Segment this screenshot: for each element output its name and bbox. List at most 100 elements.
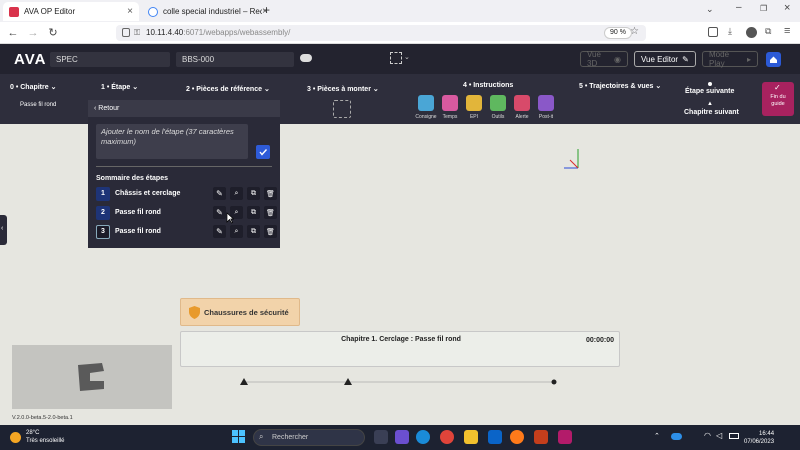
zoom-level[interactable]: 90 % [604, 27, 632, 39]
tab-list-icon[interactable]: ⌄ [706, 4, 714, 15]
weather-widget[interactable]: 28°C Très ensoleillé [26, 429, 64, 445]
zoom-icon[interactable]: ⌕ [230, 187, 243, 200]
download-icon[interactable]: ⤓ [728, 26, 732, 37]
extensions-icon[interactable]: ⧉ [765, 26, 771, 37]
cloud-icon[interactable] [300, 54, 312, 62]
close-window-icon[interactable]: × [784, 2, 790, 14]
mode-play-button[interactable]: Mode Play ▸ [702, 50, 758, 68]
scan-icon[interactable] [390, 52, 402, 64]
outils-button[interactable] [490, 95, 506, 111]
chapitre-dropdown[interactable]: 0 • Chapitre ⌄ [10, 83, 56, 91]
post-it-button[interactable] [538, 95, 554, 111]
etape-dropdown[interactable]: 1 • Étape ⌄ [101, 83, 138, 91]
step-row[interactable]: 3 Passe fil rond ✎ ⌕ ⧉ 🗑 [96, 225, 277, 239]
taskbar: 28°C Très ensoleillé Rechercher ⌕ ⌃ ◠ ◁ … [0, 425, 800, 450]
etape-suivante-button[interactable]: Étape suivante [685, 88, 734, 95]
teams-icon[interactable] [395, 430, 409, 444]
menu-icon[interactable]: ≡ [784, 25, 790, 37]
part-preview-icon [78, 363, 104, 391]
reload-icon[interactable]: ↻ [46, 26, 60, 40]
select-parts-button[interactable] [333, 100, 351, 118]
forward-icon[interactable]: → [26, 26, 40, 40]
wifi-icon[interactable]: ◠ [704, 431, 711, 440]
step-row[interactable]: 1 Châssis et cerclage ✎ ⌕ ⧉ 🗑 [96, 187, 277, 201]
windows-start-icon[interactable] [232, 430, 246, 444]
pieces-reference-dropdown[interactable]: 2 • Pièces de référence ⌄ [186, 85, 270, 93]
timeline-end [551, 379, 557, 385]
chevron-down-icon[interactable]: ⌄ [404, 53, 410, 61]
file-explorer-icon[interactable] [464, 430, 478, 444]
alerte-button[interactable] [514, 95, 530, 111]
app-icon[interactable] [558, 430, 572, 444]
axis-gizmo-icon [564, 149, 579, 169]
lock-icon[interactable]: ⚿ [134, 28, 140, 38]
volume-icon[interactable]: ◁ [716, 431, 722, 440]
url-text: 10.11.4.40:6071/webapps/webassembly/ [146, 28, 291, 37]
trash-icon[interactable]: 🗑 [264, 206, 277, 219]
account-icon[interactable] [746, 27, 757, 38]
url-bar[interactable]: ⚿ 10.11.4.40:6071/webapps/webassembly/ 9… [116, 25, 646, 41]
step-panel: ‹ Retour Ajouter le nom de l'étape (37 c… [88, 100, 280, 248]
taskbar-search[interactable]: Rechercher [253, 429, 365, 446]
tray-chevron-icon[interactable]: ⌃ [654, 432, 660, 440]
check-icon: ✓ [774, 83, 781, 92]
tab-search[interactable]: colle special industriel – Reche × [142, 2, 274, 21]
epi-button[interactable] [466, 95, 482, 111]
version-label: V.2.0.0-beta.5-2.0-beta.1 [12, 415, 73, 421]
tab-ava-op-editor[interactable]: AVA OP Editor × [3, 2, 139, 21]
consigne-button[interactable] [418, 95, 434, 111]
battery-icon[interactable] [729, 433, 739, 439]
firefox-icon[interactable] [510, 430, 524, 444]
duplicate-icon[interactable]: ⧉ [247, 206, 260, 219]
home-button[interactable] [766, 52, 781, 67]
zoom-icon[interactable]: ⌕ [230, 225, 243, 238]
ava-favicon-icon [9, 6, 19, 17]
bookmark-star-icon[interactable]: ☆ [630, 26, 639, 37]
chrome-icon[interactable] [440, 430, 454, 444]
pocket-icon[interactable] [708, 27, 718, 37]
step-number: 2 [96, 206, 110, 220]
trash-icon[interactable]: 🗑 [264, 225, 277, 238]
chapitre-suivant-button[interactable]: Chapitre suivant [684, 109, 739, 116]
step-label: Passe fil rond [115, 209, 161, 216]
restore-icon[interactable]: ❐ [760, 4, 767, 13]
shield-icon [122, 28, 130, 37]
project-field[interactable]: SPEC [50, 52, 170, 67]
epi-card[interactable]: Chaussures de sécurité [180, 298, 300, 326]
close-tab-icon[interactable]: × [127, 6, 133, 17]
clock[interactable]: 16:44 07/06/2023 [744, 430, 774, 446]
back-icon[interactable]: ← [6, 26, 20, 40]
edit-icon[interactable]: ✎ [213, 187, 226, 200]
play-icon: ▸ [746, 54, 751, 64]
step-name-input[interactable]: Ajouter le nom de l'étape (37 caractères… [96, 124, 248, 159]
alerte-label: Alerte [515, 114, 529, 120]
minimize-icon[interactable]: – [736, 2, 742, 13]
model-preview[interactable] [12, 345, 172, 409]
step-row[interactable]: 2 Passe fil rond ✎ ⌕ ⧉ 🗑 [96, 206, 277, 220]
home-icon [770, 56, 777, 63]
search-icon: ⌕ [259, 432, 264, 441]
trash-icon[interactable]: 🗑 [264, 187, 277, 200]
timeline[interactable] [236, 375, 562, 387]
reference-field[interactable]: BBS-000 [176, 52, 294, 67]
duplicate-icon[interactable]: ⧉ [247, 187, 260, 200]
side-panel-toggle[interactable]: ‹ [0, 215, 7, 245]
temps-button[interactable] [442, 95, 458, 111]
new-tab-icon[interactable]: + [263, 3, 270, 17]
task-view-icon[interactable] [374, 430, 388, 444]
edit-icon[interactable]: ✎ [213, 225, 226, 238]
validate-button[interactable] [256, 145, 270, 159]
up-arrow-icon: ▲ [707, 101, 713, 107]
vue-editor-button[interactable]: Vue Editor ✎ [634, 51, 696, 67]
edge-icon[interactable] [416, 430, 430, 444]
fin-du-guide-button[interactable]: ✓ Fin du guide [762, 82, 794, 116]
edit-icon[interactable]: ✎ [213, 206, 226, 219]
pieces-monter-dropdown[interactable]: 3 • Pièces à monter ⌄ [307, 85, 379, 93]
outlook-icon[interactable] [488, 430, 502, 444]
onedrive-icon[interactable] [671, 433, 682, 440]
trajectoires-dropdown[interactable]: 5 • Trajectoires & vues ⌄ [579, 82, 661, 90]
retour-button[interactable]: ‹ Retour [94, 105, 119, 112]
vue-3d-button[interactable]: Vue 3D ◉ [580, 50, 628, 68]
powerpoint-icon[interactable] [534, 430, 548, 444]
duplicate-icon[interactable]: ⧉ [247, 225, 260, 238]
